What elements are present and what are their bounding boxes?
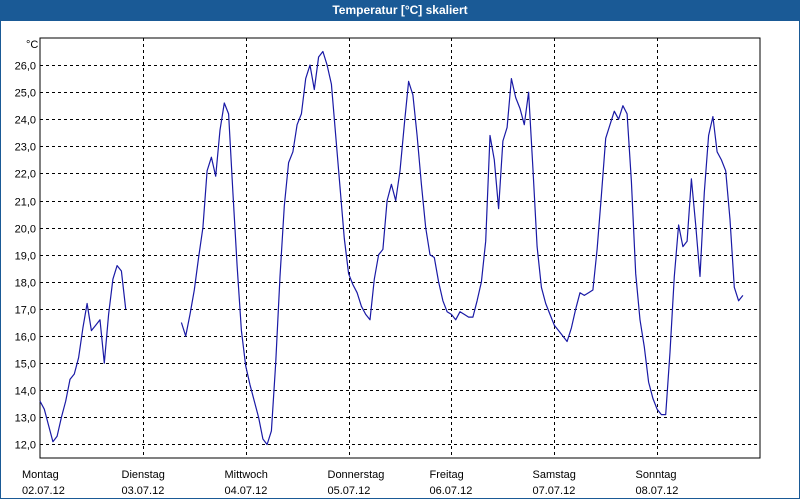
y-axis-label: °C — [26, 39, 38, 51]
x-tick-day: Donnerstag — [328, 469, 385, 481]
y-tick-label: 18,0 — [15, 278, 36, 290]
y-tick-label: 16,0 — [15, 332, 36, 344]
x-tick-date: 05.07.12 — [328, 485, 371, 497]
y-tick-label: 24,0 — [15, 115, 36, 127]
x-tick-day: Mittwoch — [225, 469, 268, 481]
y-tick-label: 20,0 — [15, 224, 36, 236]
y-tick-label: 12,0 — [15, 440, 36, 452]
y-tick-label: 14,0 — [15, 386, 36, 398]
x-tick-day: Montag — [22, 469, 59, 481]
x-tick-date: 08.07.12 — [636, 485, 679, 497]
x-tick-day: Sonntag — [636, 469, 677, 481]
y-tick-label: 13,0 — [15, 413, 36, 425]
y-tick-label: 21,0 — [15, 197, 36, 209]
x-tick-date: 06.07.12 — [430, 485, 473, 497]
y-tick-label: 19,0 — [15, 251, 36, 263]
temperature-series-line — [39, 265, 127, 443]
x-tick-date: 04.07.12 — [225, 485, 268, 497]
x-tick-date: 02.07.12 — [22, 485, 65, 497]
x-tick-date: 07.07.12 — [533, 485, 576, 497]
y-tick-label: 17,0 — [15, 305, 36, 317]
y-tick-label: 15,0 — [15, 359, 36, 371]
x-tick-day: Samstag — [533, 469, 576, 481]
x-tick-day: Dienstag — [122, 469, 165, 481]
x-tick-day: Freitag — [430, 469, 464, 481]
temperature-series-line — [180, 50, 744, 446]
y-tick-label: 23,0 — [15, 142, 36, 154]
x-tick-date: 03.07.12 — [122, 485, 165, 497]
temperature-chart: 12,0 13,0 14,0 15,0 16,0 17,0 18,0 19,0 20,0 21,0… — [15, 37, 761, 497]
y-tick-label: 22,0 — [15, 169, 36, 181]
y-tick-label: 25,0 — [15, 88, 36, 100]
y-tick-label: 26,0 — [15, 61, 36, 73]
